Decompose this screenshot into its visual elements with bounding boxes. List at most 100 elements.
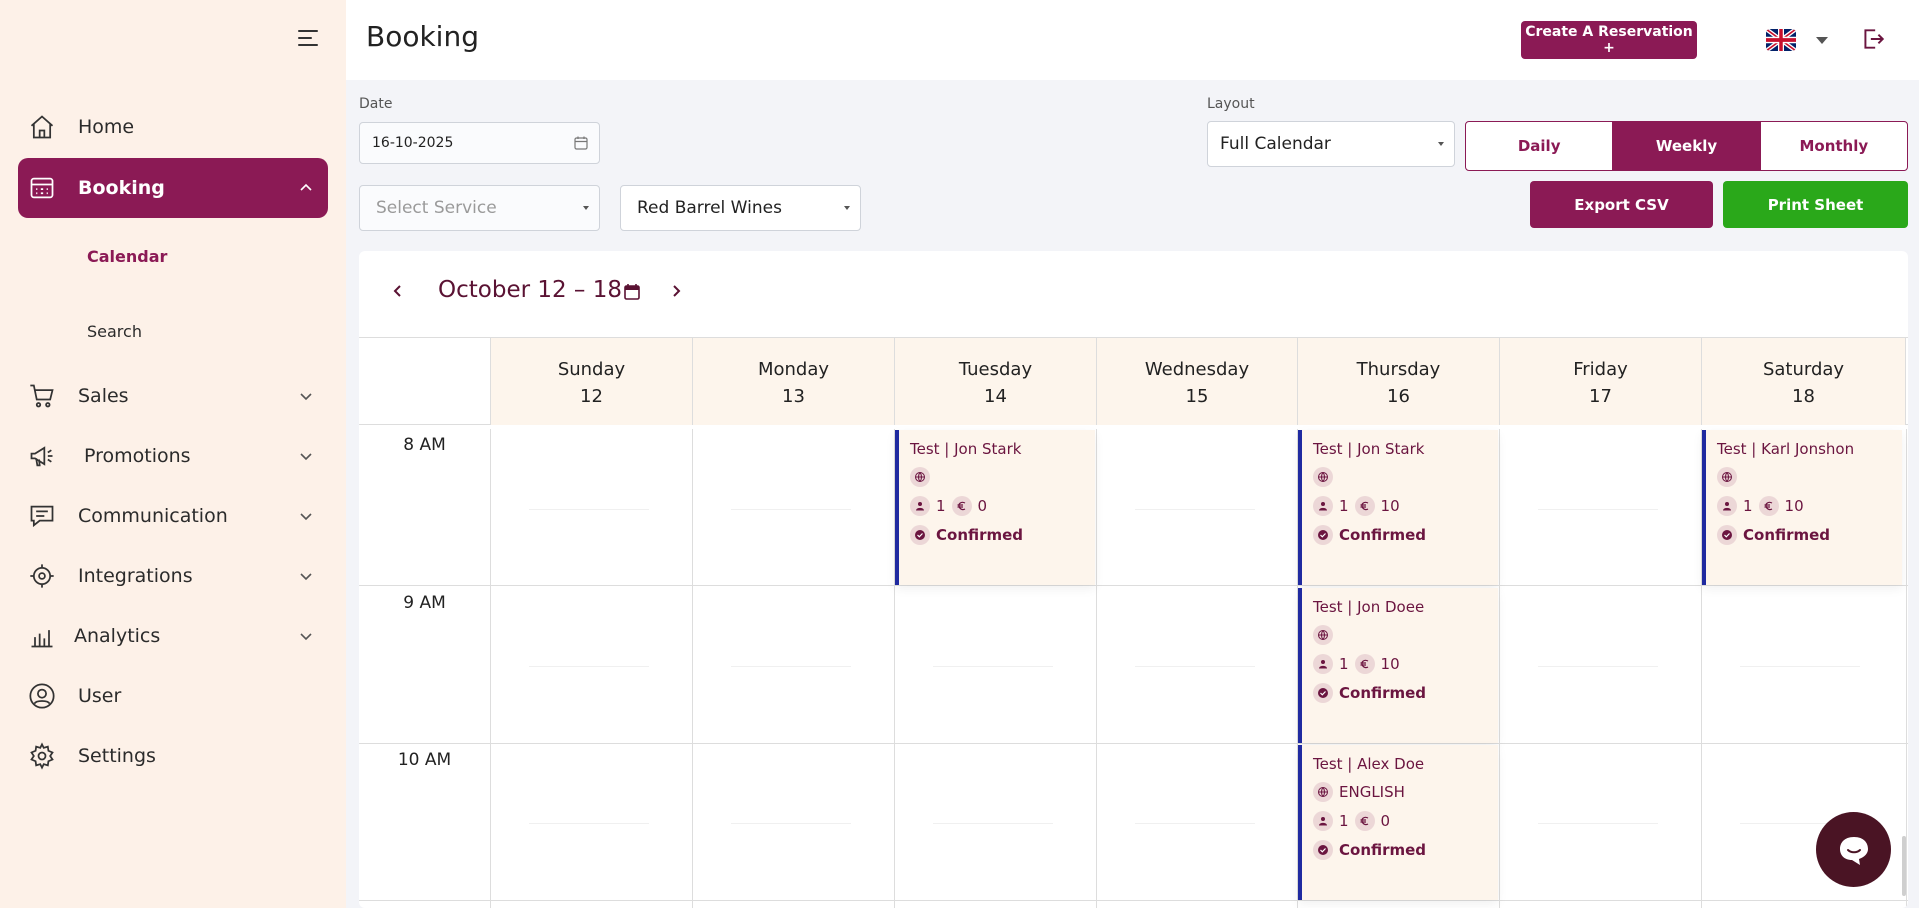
globe-icon [1717,467,1737,487]
person-icon [1313,496,1333,516]
chevron-left-icon[interactable] [388,281,408,301]
half-hour-line [731,666,851,667]
sidebar-item-home[interactable]: Home [18,97,328,157]
calendar-scrollbar[interactable] [1902,836,1906,896]
booking-event[interactable]: Test | Alex Doe ENGLISH 1 0 Confirmed [1298,745,1498,900]
calendar-grid: 8 AM 9 AM 10 AM Test | Jon Stark 1 0 Con… [359,429,1908,908]
check-circle-icon [910,525,930,545]
day-header: Sunday 12 [490,338,692,425]
half-hour-line [933,666,1053,667]
event-title: Test | Karl Jonshon [1717,440,1855,458]
check-circle-icon [1717,525,1737,545]
top-header: Booking Create A Reservation + [346,0,1919,80]
view-monthly-button[interactable]: Monthly [1761,122,1907,170]
day-number: 18 [1792,386,1815,407]
sidebar-item-communication[interactable]: Communication [18,486,328,546]
day-number: 17 [1589,386,1612,407]
chevron-down-icon [300,633,312,641]
booking-event[interactable]: Test | Karl Jonshon 1 10 Confirmed [1702,430,1902,585]
chat-launcher-button[interactable] [1816,812,1891,887]
event-title: Test | Jon Stark [1313,440,1425,458]
sidebar-item-booking[interactable]: Booking [18,158,328,218]
booking-event[interactable]: Test | Jon Stark 1 10 Confirmed [1298,430,1498,585]
sidebar-item-label: Communication [78,505,228,527]
print-sheet-button[interactable]: Print Sheet [1723,181,1908,228]
day-name: Monday [757,359,830,380]
event-title: Test | Alex Doe [1313,755,1425,773]
user-icon [28,682,56,710]
hour-label: 10 AM [397,750,452,770]
day-number: 12 [580,386,603,407]
booking-event[interactable]: Test | Jon Doee 1 10 Confirmed [1298,588,1498,743]
chevron-down-icon [1438,142,1444,146]
sidebar-item-label: User [78,685,122,707]
event-guests: 1 [1743,497,1753,515]
sidebar-subitem-search[interactable]: Search [87,322,142,341]
chevron-down-icon [300,393,312,401]
sidebar-item-settings[interactable]: Settings [18,726,328,786]
day-header: Wednesday 15 [1096,338,1297,425]
hour-label: 9 AM [403,593,446,613]
booking-event[interactable]: Test | Jon Stark 1 0 Confirmed [895,430,1095,585]
chevron-down-icon [844,206,850,210]
column-divider [490,429,491,908]
day-number: 13 [782,386,805,407]
globe-icon [1313,467,1333,487]
sidebar-item-sales[interactable]: Sales [18,366,328,426]
day-header: Friday 17 [1499,338,1701,425]
globe-icon [1313,625,1333,645]
euro-icon [951,496,972,516]
logout-icon[interactable] [1860,26,1886,52]
sidebar-item-integrations[interactable]: Integrations [18,546,328,606]
day-number: 15 [1185,386,1209,407]
event-price: 0 [977,497,988,515]
calendar-icon[interactable] [623,283,641,301]
uk-flag-icon[interactable] [1766,29,1796,51]
calendar-icon[interactable] [573,135,589,151]
sidebar-item-promotions[interactable]: Promotions [18,426,328,486]
half-hour-line [1538,823,1658,824]
integrations-icon [28,562,56,590]
euro-icon [1758,496,1779,516]
layout-select[interactable]: Full Calendar [1207,121,1455,167]
calendar-header-row: Sunday 12 Monday 13 Tuesday 14 Wednesday 15 … [359,337,1908,425]
date-field[interactable]: 16-10-2025 [359,122,600,164]
view-daily-button[interactable]: Daily [1466,122,1614,170]
layout-label: Layout [1207,96,1255,112]
column-divider [1906,429,1907,908]
sidebar-item-user[interactable]: User [18,666,328,726]
sidebar-item-label: Promotions [84,445,191,467]
euro-icon [1354,496,1375,516]
half-hour-line [731,823,851,824]
sidebar: Home Booking Calendar Search Sales Promo… [0,0,346,908]
column-divider [1499,429,1500,908]
winery-select-value: Red Barrel Wines [637,198,782,218]
event-title: Test | Jon Stark [910,440,1022,458]
sidebar-subitem-calendar[interactable]: Calendar [87,247,167,266]
chevron-right-icon[interactable] [666,281,686,301]
service-select[interactable]: Select Service [359,185,600,231]
date-field-value: 16-10-2025 [372,135,454,151]
sidebar-item-analytics[interactable]: Analytics [18,606,328,666]
view-weekly-button[interactable]: Weekly [1613,122,1761,170]
export-csv-button[interactable]: Export CSV [1530,181,1713,228]
calendar-range-title: October 12 – 18 [438,277,623,303]
cart-icon [28,382,56,410]
event-status: Confirmed [1743,526,1831,544]
menu-toggle-icon[interactable] [298,30,322,50]
event-guests: 1 [1339,655,1349,673]
event-status: Confirmed [936,526,1024,544]
day-name: Sunday [557,359,626,380]
home-icon [28,113,56,141]
sidebar-item-label: Settings [78,745,156,767]
half-hour-line [1135,666,1255,667]
half-hour-line [529,666,649,667]
day-header: Thursday 16 [1297,338,1499,425]
chevron-down-icon [300,453,312,461]
language-dropdown-icon[interactable] [1816,37,1828,44]
day-name: Thursday [1356,359,1441,380]
chevron-down-icon [300,513,312,521]
winery-select[interactable]: Red Barrel Wines [620,185,861,231]
create-reservation-button[interactable]: Create A Reservation + [1521,21,1697,59]
date-label: Date [359,96,393,112]
